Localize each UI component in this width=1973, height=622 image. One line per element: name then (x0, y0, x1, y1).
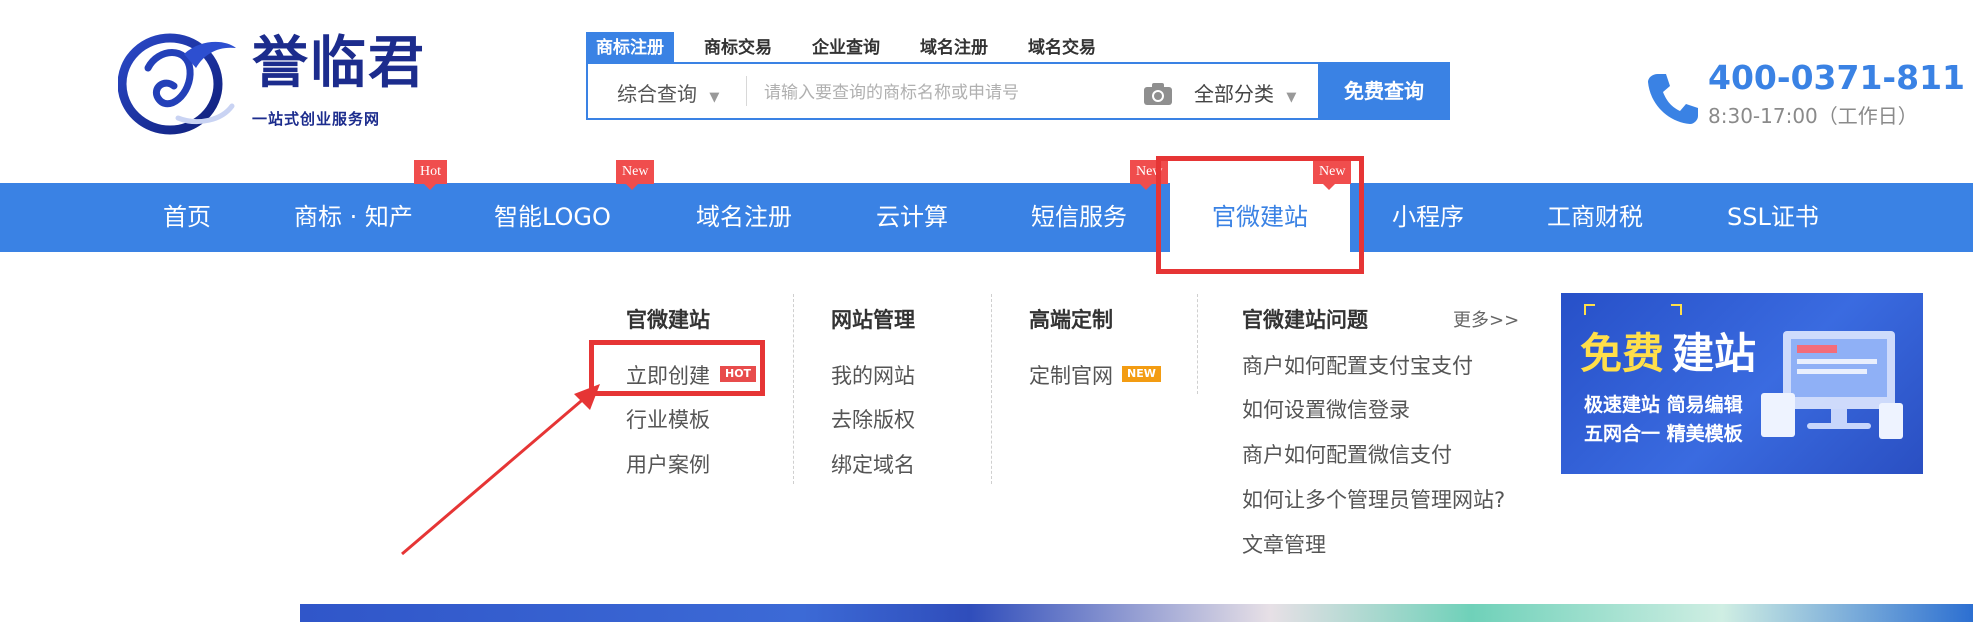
dropdown-col2-title: 网站管理 (831, 308, 915, 332)
annotation-arrow-icon (401, 384, 600, 556)
nav-cloud[interactable]: 云计算 (876, 183, 948, 252)
divider (1197, 294, 1198, 394)
faq-link[interactable]: 如何让多个管理员管理网站? (1242, 484, 1505, 514)
remove-copyright-link[interactable]: 去除版权 (831, 404, 915, 434)
faq-link[interactable]: 如何设置微信登录 (1242, 394, 1410, 424)
dropdown-col1-title: 官微建站 (626, 308, 710, 332)
highlight-box-create (589, 340, 765, 396)
nav-miniprogram[interactable]: 小程序 (1392, 183, 1464, 252)
dropdown-col4-title: 官微建站问题 (1242, 308, 1368, 332)
search-input[interactable] (762, 74, 1126, 112)
phone-hours: 8:30-17:00（工作日） (1708, 104, 1918, 128)
banner-title-build: 建站 (1672, 329, 1757, 378)
tab-trademark-trade[interactable]: 商标交易 (704, 32, 772, 62)
more-link[interactable]: 更多>> (1453, 306, 1519, 332)
faq-link[interactable]: 文章管理 (1242, 529, 1326, 559)
brand-logo-icon[interactable] (118, 28, 240, 136)
chevron-down-icon: ▼ (1286, 90, 1297, 105)
all-categories-select[interactable]: 全部分类 ▼ (1194, 78, 1296, 107)
my-website-link[interactable]: 我的网站 (831, 360, 915, 390)
brand-name: 誉临君 (252, 31, 426, 96)
nav-business-tax[interactable]: 工商财税 (1547, 183, 1643, 252)
divider (991, 294, 992, 484)
faq-link[interactable]: 商户如何配置微信支付 (1242, 439, 1452, 469)
phone-icon (1648, 74, 1698, 124)
hot-badge: Hot (414, 160, 447, 190)
divider (793, 294, 794, 484)
nav-trademark[interactable]: 商标 · 知产 (294, 183, 413, 252)
brand-tagline: 一站式创业服务网 (252, 110, 381, 128)
banner-line-1: 极速建站 简易编辑 (1584, 394, 1743, 416)
user-cases-link[interactable]: 用户案例 (626, 449, 710, 479)
nav-ssl[interactable]: SSL证书 (1727, 183, 1819, 252)
nav-sms[interactable]: 短信服务 (1031, 183, 1127, 252)
search-category-select[interactable]: 综合查询 ▼ (617, 78, 719, 107)
tab-domain-trade[interactable]: 域名交易 (1028, 32, 1096, 62)
banner-line-2: 五网合一 精美模板 (1584, 423, 1743, 445)
search-category-label: 综合查询 (617, 82, 697, 106)
tab-trademark-register[interactable]: 商标注册 (586, 32, 674, 63)
chevron-down-icon: ▼ (709, 90, 720, 105)
industry-template-link[interactable]: 行业模板 (626, 404, 710, 434)
nav-domain[interactable]: 域名注册 (696, 183, 792, 252)
search-divider (746, 76, 747, 106)
highlight-box-nav (1156, 156, 1364, 274)
phone-number: 400-0371-811 (1708, 58, 1966, 97)
search-button[interactable]: 免费查询 (1318, 62, 1450, 120)
dropdown-col3-title: 高端定制 (1029, 308, 1113, 332)
bind-domain-link[interactable]: 绑定域名 (831, 449, 915, 479)
camera-icon[interactable] (1143, 82, 1173, 106)
tab-company-query[interactable]: 企业查询 (812, 32, 880, 62)
all-categories-label: 全部分类 (1194, 82, 1274, 106)
page-banner-strip (300, 604, 1973, 622)
banner-title-free: 免费 (1580, 329, 1665, 378)
nav-home[interactable]: 首页 (163, 183, 211, 252)
tab-domain-register[interactable]: 域名注册 (920, 32, 988, 62)
custom-site-link[interactable]: 定制官网 (1029, 360, 1113, 390)
nav-logo[interactable]: 智能LOGO (494, 183, 611, 252)
new-tag: NEW (1122, 366, 1161, 382)
faq-link[interactable]: 商户如何配置支付宝支付 (1242, 350, 1473, 380)
new-badge: New (616, 160, 655, 190)
